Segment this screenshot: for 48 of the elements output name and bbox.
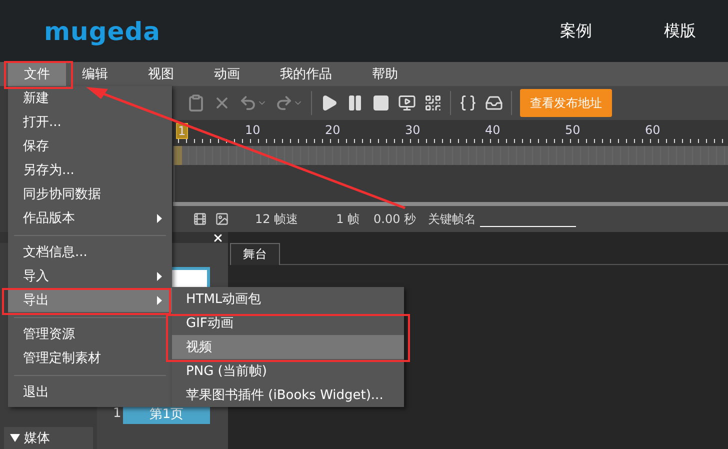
submenu-arrow-icon <box>157 296 162 304</box>
highlight-frame <box>4 61 73 89</box>
nav-link[interactable]: 模版 <box>664 20 696 42</box>
scrollbar[interactable] <box>173 202 728 206</box>
paste-icon[interactable] <box>187 92 205 114</box>
nav-link[interactable]: 案例 <box>560 20 592 42</box>
ruler-label: 20 <box>325 123 340 137</box>
timeline-track[interactable] <box>173 146 728 165</box>
close-icon[interactable] <box>212 232 224 244</box>
ruler-label: 60 <box>645 123 660 137</box>
fps-label: 12 帧速 <box>255 210 298 228</box>
menu-item[interactable]: GIF动画 <box>172 311 404 335</box>
menu-item[interactable]: 导出 <box>8 288 172 312</box>
menu-item[interactable]: 管理资源 <box>8 322 172 346</box>
menu-item[interactable]: 打开... <box>8 110 172 134</box>
library-section[interactable]: 媒体 <box>4 427 93 449</box>
menu-item[interactable]: 退出 <box>8 380 172 404</box>
menu-tab[interactable]: 文件 <box>8 62 66 86</box>
stage-tab[interactable]: 舞台 <box>230 243 280 265</box>
menu-tab[interactable]: 帮助 <box>356 62 414 86</box>
ruler-label: 30 <box>405 123 420 137</box>
menu-tab[interactable]: 动画 <box>198 62 256 86</box>
menu-item[interactable]: 导入 <box>8 264 172 288</box>
menu-item[interactable]: PNG (当前帧) <box>172 359 404 383</box>
ruler-label: 10 <box>245 123 260 137</box>
page-number: 1 <box>113 406 120 421</box>
menu-tab[interactable]: 视图 <box>132 62 190 86</box>
submenu-arrow-icon <box>157 272 162 280</box>
menu-item[interactable]: 作品版本 <box>8 206 172 230</box>
menu-item[interactable]: 文档信息... <box>8 240 172 264</box>
timeline-ruler[interactable]: 1 10 20 30 40 50 60 <box>173 120 728 146</box>
ruler-label: 40 <box>485 123 500 137</box>
logo: mugeda <box>44 16 160 46</box>
menu-item[interactable]: 同步协同数据 <box>8 182 172 206</box>
menu-tab[interactable]: 我的作品 <box>264 62 348 86</box>
keyframe-name-label: 关键帧名 <box>428 210 476 228</box>
frame-label: 1 帧 <box>336 210 360 228</box>
menu-item[interactable]: HTML动画包 <box>172 287 404 311</box>
keyframe <box>174 146 182 165</box>
menu-item[interactable]: 新建 <box>8 86 172 110</box>
menu-item[interactable]: 视频 <box>172 335 404 359</box>
submenu-arrow-icon <box>157 214 162 222</box>
time-label: 0.00 秒 <box>374 210 416 228</box>
menu-tab[interactable]: 编辑 <box>66 62 124 86</box>
menu-item[interactable]: 另存为... <box>8 158 172 182</box>
menu-item[interactable]: 管理定制素材 <box>8 346 172 370</box>
menu-item[interactable]: 保存 <box>8 134 172 158</box>
ruler-label: 50 <box>565 123 580 137</box>
